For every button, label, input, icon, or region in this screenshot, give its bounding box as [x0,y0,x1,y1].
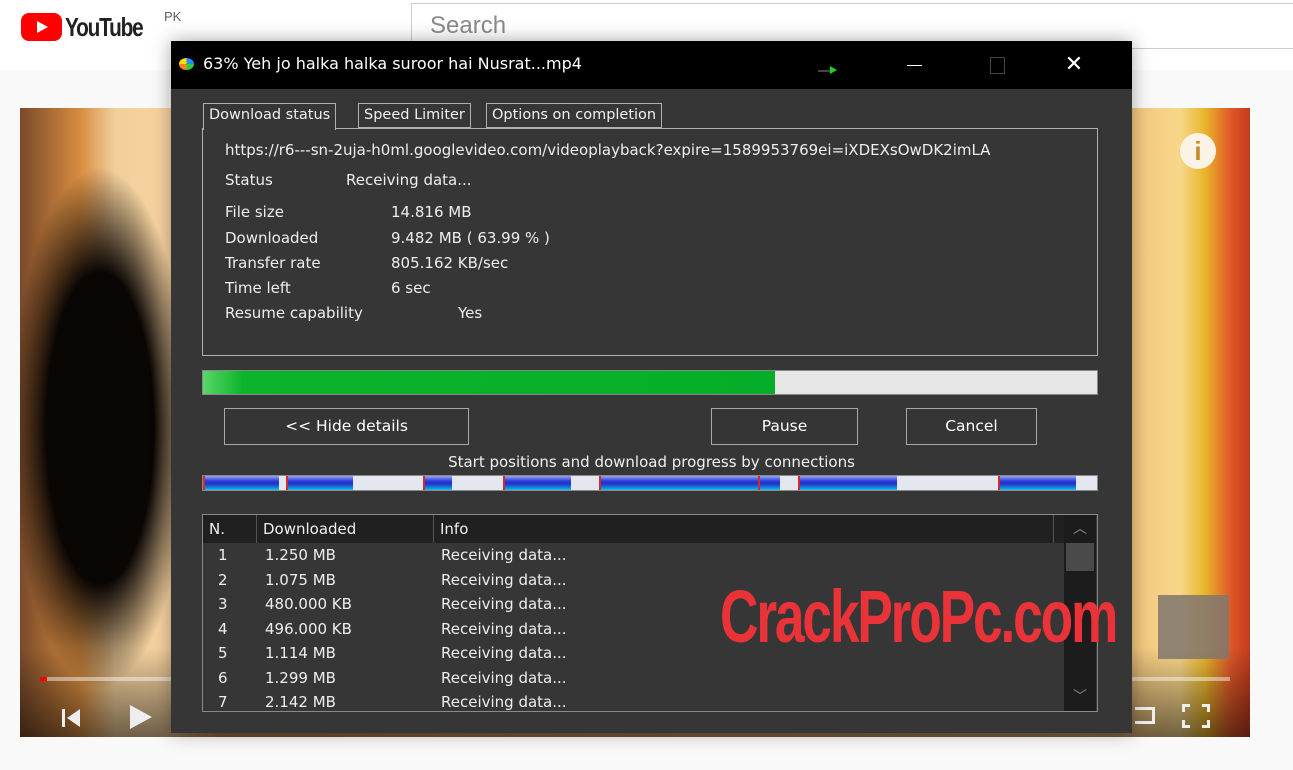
hide-details-button[interactable]: << Hide details [224,408,469,445]
connection-start-marker [997,476,1000,490]
download-url: https://r6---sn-2uja-h0ml.googlevideo.co… [225,141,991,159]
flag-icon [818,66,838,74]
connection-progress-segment [758,476,780,490]
youtube-logo[interactable]: YouTube PK [21,9,181,42]
page: YouTube PK i 63% Yeh jo halka halka suro… [0,0,1293,770]
row-downloaded: 496.000 KB [265,619,352,638]
connection-start-marker [758,476,761,490]
connection-start-marker [286,476,289,490]
time-left-label: Time left [225,279,291,297]
scroll-down-icon[interactable]: ﹀ [1064,683,1096,711]
tab-options-on-completion[interactable]: Options on completion [486,103,663,128]
row-number: 5 [218,644,228,662]
row-number: 1 [218,546,228,564]
downloaded-value: 9.482 MB ( 63.99 % ) [391,229,550,247]
connection-progress-segment [286,476,354,490]
fullscreen-icon[interactable] [1182,704,1210,728]
row-downloaded: 1.114 MB [265,644,336,662]
row-number: 2 [218,570,228,589]
tab-speed-limiter[interactable]: Speed Limiter [358,103,471,128]
pause-button[interactable]: Pause [711,408,858,445]
table-row[interactable]: 1 1.250 MB Receiving data... [203,543,1069,568]
youtube-play-logo-icon [21,13,62,41]
status-label: Status [225,171,273,189]
row-downloaded: 1.250 MB [265,546,336,564]
connection-start-marker [599,476,602,490]
connection-start-marker [203,476,205,490]
connections-label: Start positions and download progress by… [448,453,855,471]
video-overlay-box [1158,595,1229,659]
transfer-rate-label: Transfer rate [225,254,321,272]
column-header-downloaded[interactable]: Downloaded [257,515,434,543]
country-code: PK [164,9,182,24]
row-info: Receiving data... [441,546,567,564]
transfer-rate-value: 805.162 KB/sec [391,254,509,272]
tab-download-status[interactable]: Download status [203,103,337,130]
connection-progress-segment [997,476,1076,490]
play-icon[interactable] [130,705,154,731]
connection-progress-segment [203,476,279,490]
cancel-button[interactable]: Cancel [906,408,1037,445]
row-downloaded: 1.075 MB [265,570,336,589]
row-info: Receiving data... [441,619,567,638]
previous-icon[interactable] [62,708,82,728]
column-header-number[interactable]: N. [203,515,257,543]
theater-mode-icon[interactable] [1135,707,1155,724]
connection-progress-segment [422,476,453,490]
downloaded-label: Downloaded [225,229,319,247]
row-downloaded: 480.000 KB [265,595,352,613]
connection-progress-segment [599,476,766,490]
download-progress-fill [203,371,776,394]
table-row[interactable]: 6 1.299 MB Receiving data... [203,666,1069,691]
column-header-info[interactable]: Info [434,515,1054,543]
resume-capability-label: Resume capability [225,304,363,322]
row-info: Receiving data... [441,668,567,687]
connection-start-marker [503,476,506,490]
info-icon[interactable]: i [1180,133,1216,169]
file-size-value: 14.816 MB [391,203,472,221]
window-titlebar[interactable]: 63% Yeh jo halka halka suroor hai Nusrat… [171,41,1132,89]
window-title: 63% Yeh jo halka halka suroor hai Nusrat… [203,54,582,73]
table-header: N. Downloaded Info [203,515,1069,543]
row-info: Receiving data... [441,570,567,589]
row-number: 7 [218,693,228,711]
connection-progress-segment [798,476,897,490]
resume-capability-value: Yes [458,304,483,322]
idm-app-icon [179,58,194,70]
row-info: Receiving data... [441,595,567,613]
connection-progress-segment [503,476,572,490]
file-size-label: File size [225,203,284,221]
table-row[interactable]: 7 2.142 MB Receiving data... [203,690,1069,711]
close-button[interactable]: ✕ [1051,41,1097,89]
row-downloaded: 2.142 MB [265,693,336,711]
connection-start-marker [422,476,425,490]
connections-progress-bar [202,475,1098,491]
row-downloaded: 1.299 MB [265,668,336,687]
scroll-thumb[interactable] [1066,543,1094,571]
status-value: Receiving data... [346,171,472,189]
time-left-value: 6 sec [391,279,431,297]
youtube-logo-text: YouTube [65,12,144,42]
scroll-up-icon[interactable]: ︿ [1064,515,1096,543]
download-progress-bar [202,370,1098,395]
row-info: Receiving data... [441,693,567,711]
video-played-bar [40,677,48,681]
row-info: Receiving data... [441,644,567,662]
watermark-text: CrackProPc.com [720,575,1118,658]
connection-start-marker [798,476,801,490]
maximize-button[interactable] [974,41,1020,89]
minimize-button[interactable] [891,41,937,89]
row-number: 6 [218,668,228,687]
row-number: 4 [218,619,228,638]
row-number: 3 [218,595,228,613]
